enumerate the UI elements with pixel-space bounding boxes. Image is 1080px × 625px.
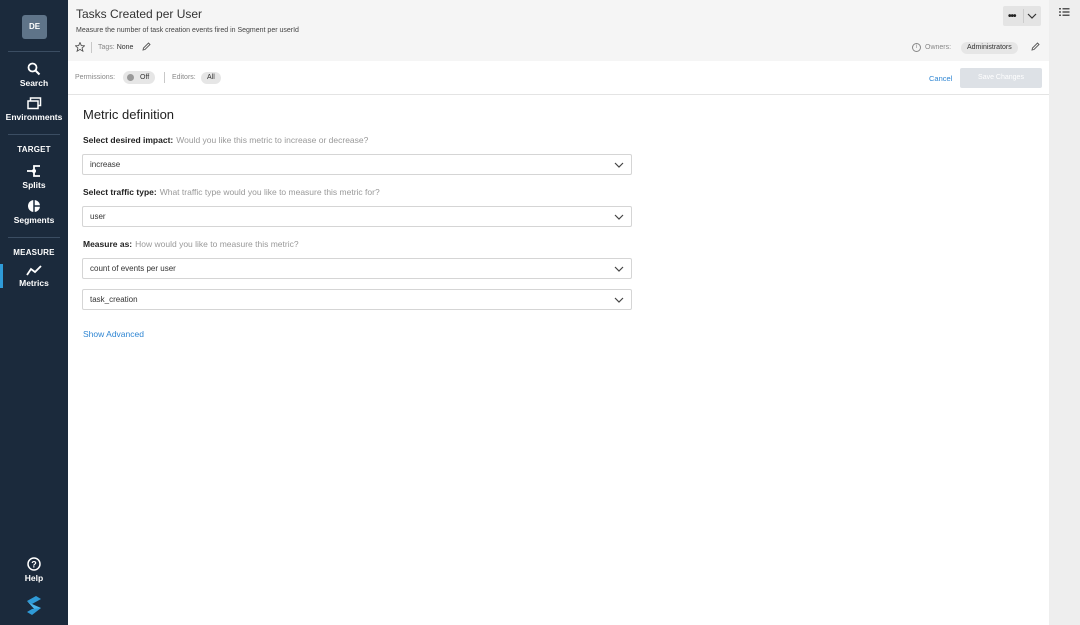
chevron-down-icon <box>614 214 624 220</box>
splits-icon <box>27 165 40 177</box>
impact-hint: Would you like this metric to increase o… <box>176 135 369 145</box>
measure-label-text: Measure as: <box>83 239 133 249</box>
editors-badge[interactable]: All <box>201 72 221 84</box>
edit-tags-pencil-icon[interactable] <box>142 42 151 51</box>
sidebar-item-splits[interactable]: Splits <box>0 164 68 190</box>
section-label-measure: MEASURE <box>13 248 55 257</box>
sidebar-item-label: Search <box>19 78 49 88</box>
sidebar-item-label: Environments <box>5 112 63 122</box>
divider <box>1023 9 1024 23</box>
divider <box>91 42 92 53</box>
info-icon: i <box>912 43 921 52</box>
sidebar-divider <box>8 134 60 135</box>
permissions-bar: Permissions: Off Editors: All Cancel Sav… <box>68 61 1049 95</box>
avatar[interactable]: DE <box>22 15 47 39</box>
owners-badge[interactable]: Administrators <box>961 42 1018 54</box>
svg-text:?: ? <box>31 560 37 570</box>
tags: Tags: None <box>98 44 133 51</box>
metrics-icon <box>26 265 42 276</box>
impact-label: Select desired impact: Would you like thi… <box>83 135 368 145</box>
save-changes-button[interactable]: Save Changes <box>960 68 1042 88</box>
traffic-type-select[interactable]: user <box>82 206 632 227</box>
impact-select[interactable]: increase <box>82 154 632 175</box>
split-logo[interactable] <box>24 595 44 616</box>
permissions-label: Permissions: <box>75 74 116 81</box>
measure-as-select[interactable]: count of events per user <box>82 258 632 279</box>
event-value: task_creation <box>90 295 138 304</box>
more-actions-button[interactable]: ••• <box>1003 6 1041 26</box>
cancel-button[interactable]: Cancel <box>929 74 952 83</box>
impact-value: increase <box>90 160 121 169</box>
event-type-select[interactable]: task_creation <box>82 289 632 310</box>
chevron-down-icon <box>1027 13 1037 19</box>
more-dots-icon: ••• <box>1008 11 1016 22</box>
divider <box>164 72 165 83</box>
environments-icon <box>26 97 41 110</box>
tags-value: None <box>116 44 134 51</box>
sidebar-item-search[interactable]: Search <box>0 62 68 88</box>
section-title: Metric definition <box>83 107 175 122</box>
page-subtitle: Measure the number of task creation even… <box>76 27 299 34</box>
star-icon[interactable] <box>75 42 85 52</box>
sidebar-item-environments[interactable]: Environments <box>0 97 68 122</box>
sidebar-item-metrics[interactable]: Metrics <box>0 265 68 288</box>
traffic-hint: What traffic type would you like to meas… <box>159 187 380 197</box>
measure-hint: How would you like to measure this metri… <box>135 239 299 249</box>
toggle-knob <box>127 74 134 81</box>
segments-icon <box>28 200 40 212</box>
sidebar-item-label: Splits <box>22 180 46 190</box>
sidebar-item-label: Metrics <box>19 278 49 288</box>
section-label-target: TARGET <box>17 145 51 154</box>
tags-label: Tags: <box>98 44 115 51</box>
list-icon[interactable] <box>1059 7 1070 17</box>
sidebar-item-label: Segments <box>13 215 55 225</box>
chevron-down-icon <box>614 162 624 168</box>
sidebar: DE Search Environments TARGET Splits Seg… <box>0 0 68 625</box>
right-rail <box>1049 0 1080 625</box>
editors-label: Editors: <box>172 74 196 81</box>
chevron-down-icon <box>614 297 624 303</box>
show-advanced-link[interactable]: Show Advanced <box>83 329 144 339</box>
search-icon <box>27 62 41 76</box>
edit-owners-pencil-icon[interactable] <box>1031 42 1040 51</box>
owners-label: Owners: <box>925 44 952 51</box>
measure-value: count of events per user <box>90 264 176 273</box>
traffic-label: Select traffic type: What traffic type wo… <box>83 187 380 197</box>
permissions-toggle[interactable]: Off <box>123 71 155 84</box>
sidebar-divider <box>8 237 60 238</box>
chevron-down-icon <box>614 266 624 272</box>
sidebar-item-label: Help <box>24 573 44 583</box>
sidebar-item-help[interactable]: ? Help <box>0 557 68 583</box>
sidebar-divider <box>8 51 60 52</box>
page-header: Tasks Created per User Measure the numbe… <box>68 0 1049 61</box>
page-title: Tasks Created per User <box>76 7 203 21</box>
measure-label: Measure as: How would you like to measure… <box>83 239 299 249</box>
impact-label-text: Select desired impact: <box>83 135 174 145</box>
traffic-label-text: Select traffic type: <box>83 187 157 197</box>
sidebar-item-segments[interactable]: Segments <box>0 199 68 225</box>
help-icon: ? <box>27 557 41 571</box>
traffic-value: user <box>90 212 106 221</box>
toggle-state: Off <box>140 74 150 81</box>
